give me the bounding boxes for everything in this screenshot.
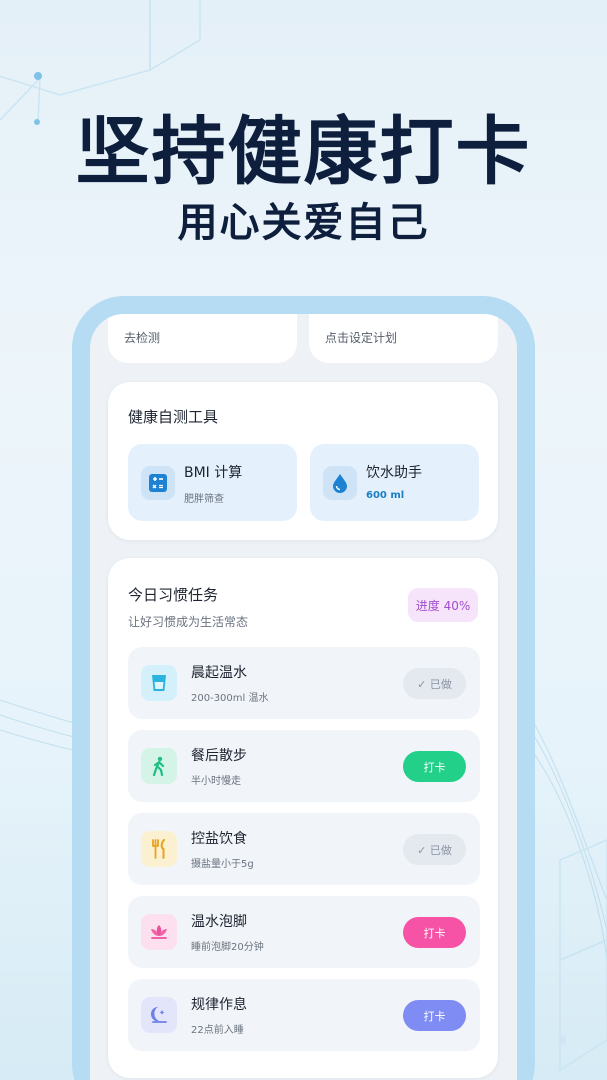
go-check-card[interactable]: 去检测 [108,314,297,363]
habit-done-button[interactable]: ✓ 已做 [403,668,466,699]
phone-frame: 去检测 点击设定计划 健康自测工具 BMI 计算 肥胖筛查 饮水助手 600 m… [72,296,535,1080]
lotus-icon [141,914,177,950]
habit-sub: 200-300ml 温水 [191,693,269,704]
progress-badge: 进度 40% [408,588,478,622]
promo-headline: 坚持健康打卡 [75,109,532,195]
habit-checkin-button[interactable]: 打卡 [403,1000,466,1031]
fork-knife-icon [141,831,177,867]
habit-checkin-button[interactable]: 打卡 [403,751,466,782]
top-cards: 去检测 点击设定计划 [108,314,498,363]
habit-row-foot-soak: 温水泡脚 睡前泡脚20分钟 打卡 [128,896,480,968]
habit-name: 温水泡脚 [191,914,247,930]
water-tool-amount: 600 ml [366,490,405,501]
habit-tasks-title: 今日习惯任务 [128,586,219,604]
health-tools-card: 健康自测工具 BMI 计算 肥胖筛查 饮水助手 600 ml [108,382,498,540]
water-tool-name: 饮水助手 [366,465,422,481]
calculator-icon [141,466,175,500]
bmi-tool-name: BMI 计算 [184,465,243,481]
habit-name: 晨起温水 [191,665,247,681]
bmi-tool-button[interactable]: BMI 计算 肥胖筛查 [128,444,297,521]
habit-sub: 睡前泡脚20分钟 [191,942,264,953]
habit-tasks-card: 今日习惯任务 让好习惯成为生活常态 进度 40% 晨起温水 200-300ml … [108,558,498,1078]
habit-sub: 摄盐量小于5g [191,859,254,870]
water-drop-icon [323,466,357,500]
app-screen: 去检测 点击设定计划 健康自测工具 BMI 计算 肥胖筛查 饮水助手 600 m… [90,314,517,1080]
habit-row-walk: 餐后散步 半小时慢走 打卡 [128,730,480,802]
habit-tasks-subtitle: 让好习惯成为生活常态 [128,615,249,629]
go-check-label: 去检测 [124,331,161,345]
promo-subline: 用心关爱自己 [177,200,430,246]
set-plan-label: 点击设定计划 [325,331,398,345]
habit-checkin-button[interactable]: 打卡 [403,917,466,948]
moon-icon [141,997,177,1033]
set-plan-card[interactable]: 点击设定计划 [309,314,498,363]
habit-row-morning-water: 晨起温水 200-300ml 温水 ✓ 已做 [128,647,480,719]
habit-sub: 半小时慢走 [191,776,241,787]
bmi-tool-sub: 肥胖筛查 [184,494,224,505]
habit-done-button[interactable]: ✓ 已做 [403,834,466,865]
water-cup-icon [141,665,177,701]
habit-name: 控盐饮食 [191,831,247,847]
health-tools-title: 健康自测工具 [128,408,219,426]
habit-name: 餐后散步 [191,748,247,764]
water-tool-button[interactable]: 饮水助手 600 ml [310,444,479,521]
habit-name: 规律作息 [191,997,247,1013]
habit-row-sleep: 规律作息 22点前入睡 打卡 [128,979,480,1051]
walking-person-icon [141,748,177,784]
habit-sub: 22点前入睡 [191,1025,244,1036]
habit-row-low-salt: 控盐饮食 摄盐量小于5g ✓ 已做 [128,813,480,885]
